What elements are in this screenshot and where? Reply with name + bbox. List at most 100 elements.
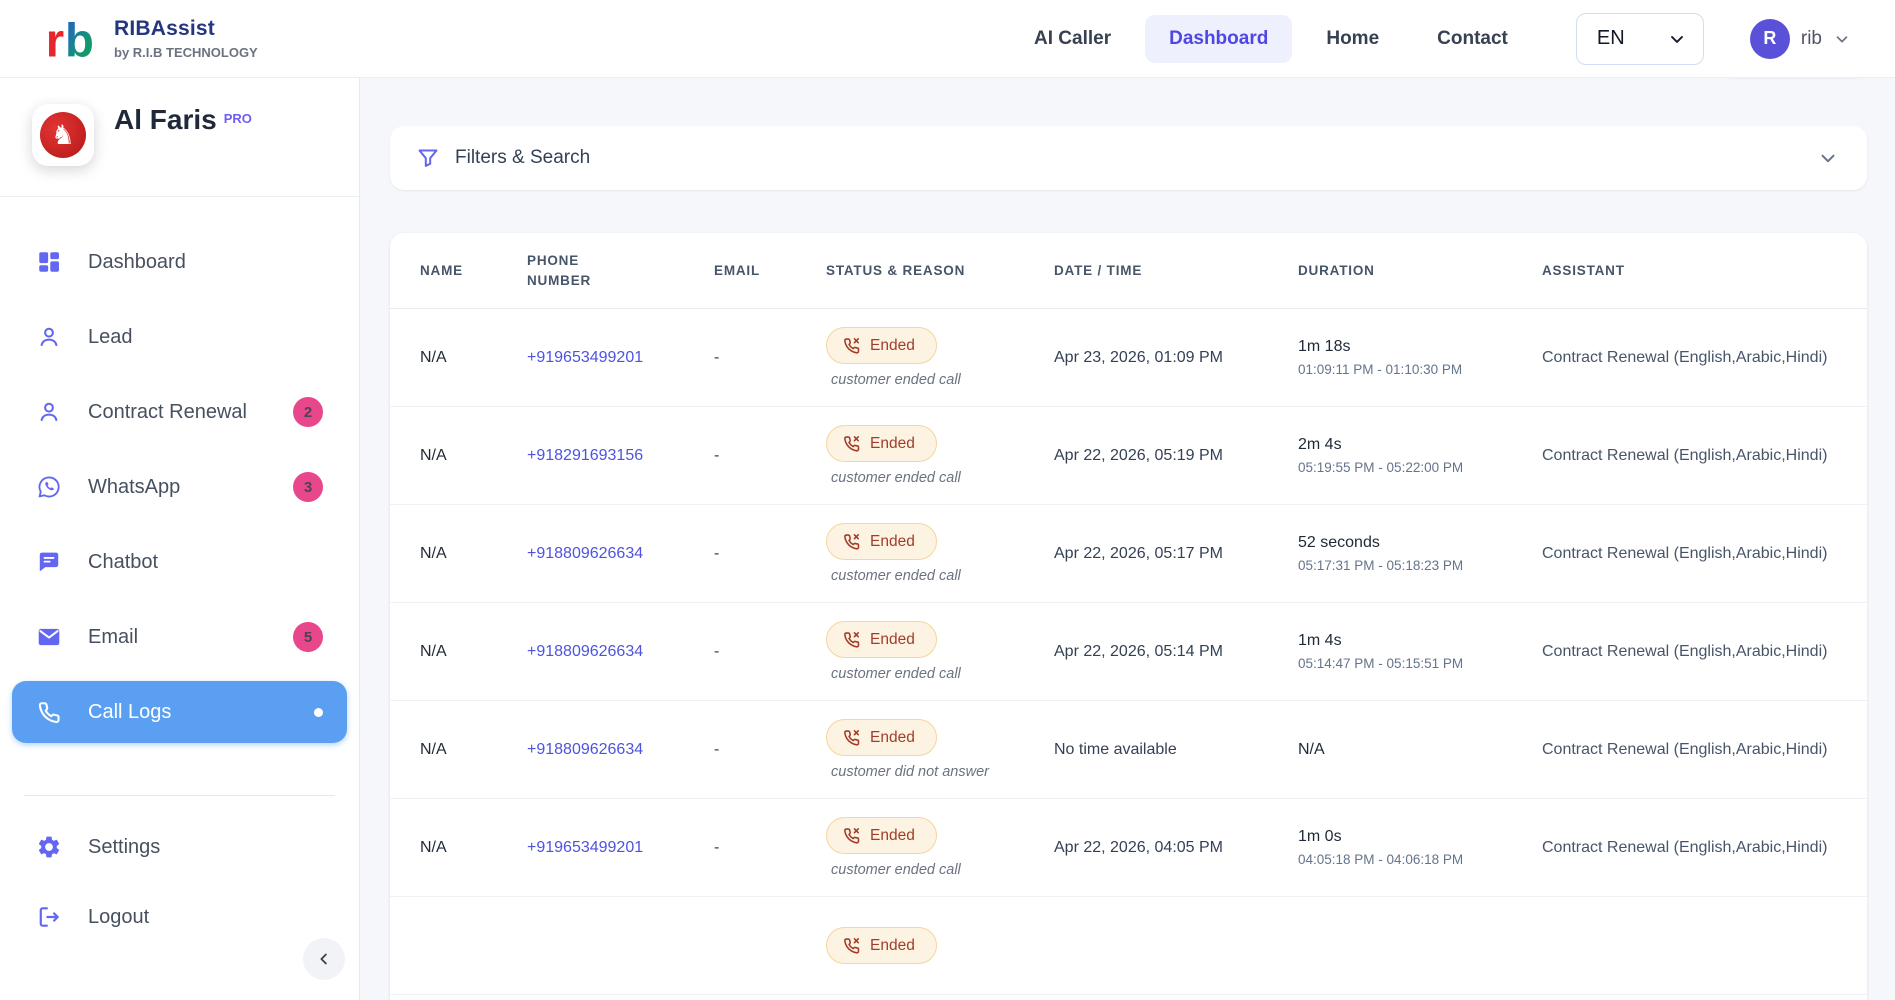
cell-status: Ended customer did not answer <box>826 719 1054 780</box>
cell-email: - <box>714 349 826 367</box>
rb-logo-icon: r b <box>44 11 100 67</box>
sidebar-footer-label: Settings <box>88 836 160 859</box>
brand-tagline: by R.I.B TECHNOLOGY <box>114 45 258 60</box>
horse-logo-icon: ♞ <box>40 112 86 158</box>
phone-link[interactable]: +918809626634 <box>527 545 643 562</box>
cell-name: N/A <box>420 545 527 563</box>
cell-assistant: Contract Renewal (English,Arabic,Hindi) <box>1542 349 1867 367</box>
count-badge: 5 <box>293 622 323 652</box>
cell-status: Ended customer ended call <box>826 327 1054 388</box>
whatsapp-icon <box>36 474 62 500</box>
phone-x-icon <box>842 826 861 845</box>
brand-name: RIBAssist <box>114 17 258 41</box>
table-row: N/A +918809626634 - Ended customer ended… <box>390 603 1867 701</box>
filters-label: Filters & Search <box>455 147 590 169</box>
cell-datetime: Apr 22, 2026, 05:19 PM <box>1054 447 1298 465</box>
phone-link[interactable]: +918809626634 <box>527 643 643 660</box>
chat-icon <box>36 549 62 575</box>
nav-item[interactable]: Dashboard <box>1145 15 1292 63</box>
brand[interactable]: r b RIBAssist by R.I.B TECHNOLOGY <box>44 11 258 67</box>
phone-link[interactable]: +918291693156 <box>527 447 643 464</box>
cell-email: - <box>714 447 826 465</box>
cell-assistant: Contract Renewal (English,Arabic,Hindi) <box>1542 643 1867 661</box>
nav-item[interactable]: Contact <box>1413 15 1532 63</box>
chevron-down-icon <box>1667 29 1687 49</box>
cell-email: - <box>714 643 826 661</box>
column-header: PHONE NUMBER <box>527 251 649 290</box>
cell-phone: +919653499201 <box>527 349 714 367</box>
cell-status: Ended <box>826 927 1054 964</box>
sidebar-footer-item[interactable]: Logout <box>12 892 347 942</box>
sidebar-item-label: Dashboard <box>88 251 186 274</box>
table-row: Ended <box>390 897 1867 995</box>
sidebar-footer: Settings Logout <box>0 822 359 942</box>
status-badge: Ended <box>826 927 937 964</box>
user-name: rib <box>1801 28 1822 50</box>
cell-duration: 1m 4s 05:14:47 PM - 05:15:51 PM <box>1298 632 1542 671</box>
cell-assistant: Contract Renewal (English,Arabic,Hindi) <box>1542 447 1867 465</box>
phone-x-icon <box>842 336 861 355</box>
workspace-logo: ♞ <box>32 104 94 166</box>
cell-name: N/A <box>420 447 527 465</box>
nav-item[interactable]: AI Caller <box>1010 15 1135 63</box>
sidebar-item-label: Call Logs <box>88 701 171 724</box>
sidebar-item-label: Email <box>88 626 138 649</box>
cell-email: - <box>714 839 826 857</box>
sidebar-item[interactable]: WhatsApp 3 <box>12 456 347 518</box>
count-badge: 3 <box>293 472 323 502</box>
status-reason: customer ended call <box>826 568 961 584</box>
table-row: N/A +919653499201 - Ended customer ended… <box>390 309 1867 407</box>
phone-link[interactable]: +918809626634 <box>527 741 643 758</box>
sidebar-menu: Dashboard Lead Contract Renewal 2 Whats <box>0 197 359 743</box>
cell-assistant: Contract Renewal (English,Arabic,Hindi) <box>1542 741 1867 759</box>
language-select[interactable]: EN <box>1576 13 1704 65</box>
column-header: EMAIL <box>714 261 826 281</box>
sidebar-item-label: WhatsApp <box>88 476 180 499</box>
avatar: R <box>1750 19 1790 59</box>
sidebar-item[interactable]: Email 5 <box>12 606 347 668</box>
sidebar-item[interactable]: Lead <box>12 306 347 368</box>
person-icon <box>36 324 62 350</box>
status-reason: customer did not answer <box>826 764 989 780</box>
language-selected: EN <box>1597 27 1625 50</box>
sidebar-item[interactable]: Dashboard <box>12 231 347 293</box>
dashboard-icon <box>36 249 62 275</box>
sidebar-footer-item[interactable]: Settings <box>12 822 347 872</box>
gear-icon <box>36 834 62 860</box>
sidebar-item[interactable]: Chatbot <box>12 531 347 593</box>
sidebar: ♞ Al FarisPRO Dashboard Lead Contra <box>0 78 360 1000</box>
sidebar-footer-label: Logout <box>88 906 149 929</box>
sidebar-collapse-button[interactable] <box>303 938 345 980</box>
sidebar-item[interactable]: Contract Renewal 2 <box>12 381 347 443</box>
filters-search-panel[interactable]: Filters & Search <box>390 126 1867 190</box>
sidebar-item-label: Contract Renewal <box>88 401 247 424</box>
phone-x-icon <box>842 434 861 453</box>
phone-link[interactable]: +919653499201 <box>527 839 643 856</box>
cell-email: - <box>714 741 826 759</box>
cell-phone: +919653499201 <box>527 839 714 857</box>
status-badge: Ended <box>826 523 937 560</box>
table-row: N/A +918291693156 - Ended customer ended… <box>390 407 1867 505</box>
cell-name: N/A <box>420 741 527 759</box>
status-reason: customer ended call <box>826 862 961 878</box>
column-header: DATE / TIME <box>1054 261 1298 281</box>
user-menu[interactable]: R rib <box>1750 19 1851 59</box>
column-header: NAME <box>420 261 527 281</box>
chevron-left-icon <box>315 950 333 968</box>
nav-item[interactable]: Home <box>1302 15 1403 63</box>
cell-duration: 1m 18s 01:09:11 PM - 01:10:30 PM <box>1298 338 1542 377</box>
logout-icon <box>36 904 62 930</box>
column-header: STATUS & REASON <box>826 261 1054 281</box>
phone-link[interactable]: +919653499201 <box>527 349 643 366</box>
cell-status: Ended customer ended call <box>826 621 1054 682</box>
svg-text:r: r <box>46 14 64 67</box>
cell-status: Ended customer ended call <box>826 523 1054 584</box>
cell-datetime: Apr 22, 2026, 05:14 PM <box>1054 643 1298 661</box>
sidebar-item[interactable]: Call Logs <box>12 681 347 743</box>
cell-email: - <box>714 545 826 563</box>
status-badge: Ended <box>826 327 937 364</box>
table-header-row: NAME PHONE NUMBER EMAIL STATUS & REASON … <box>390 233 1867 309</box>
status-badge: Ended <box>826 621 937 658</box>
call-logs-table: NAME PHONE NUMBER EMAIL STATUS & REASON … <box>390 233 1867 1000</box>
phone-x-icon <box>842 532 861 551</box>
